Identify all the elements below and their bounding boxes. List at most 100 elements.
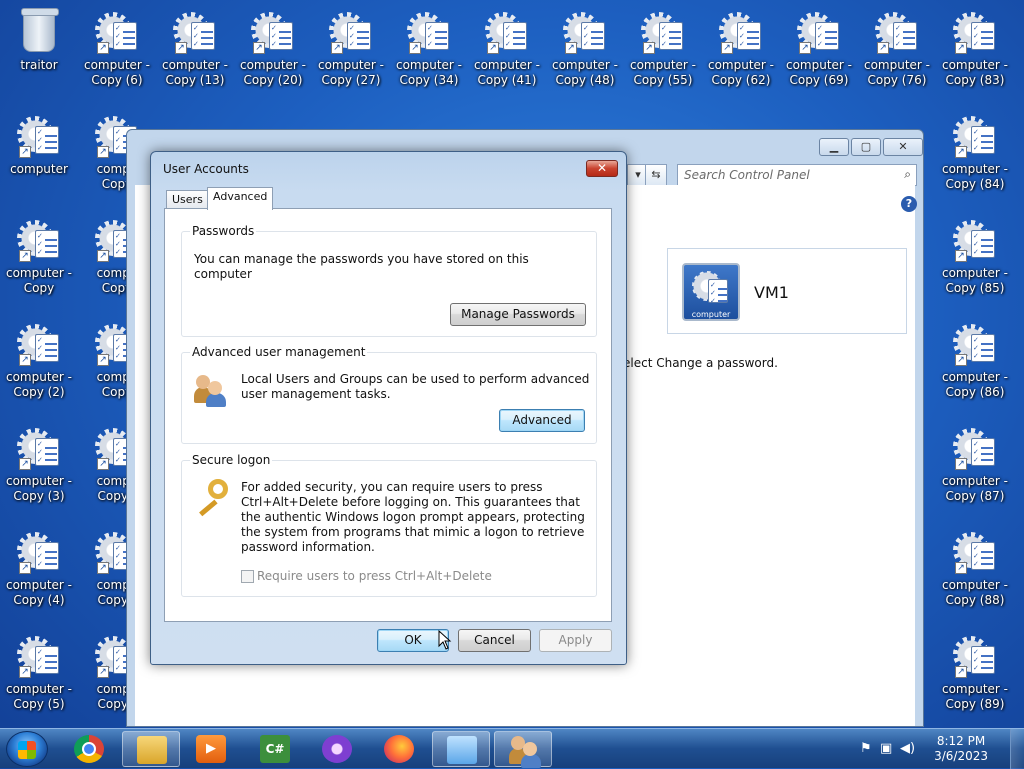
desktop-icon-computer-copy-3[interactable]: ↗ computer - Copy (3) [0, 418, 78, 518]
desktop-icon-computer-copy-5[interactable]: ↗ computer - Copy (5) [0, 626, 78, 726]
taskbar-media-player[interactable]: ▶ [182, 731, 240, 767]
desktop-icon-computer-copy-34[interactable]: ↗ computer - Copy (34) [390, 2, 468, 102]
desktop-icon-computer-copy-87[interactable]: ↗ computer - Copy (87) [936, 418, 1014, 518]
desktop-icon-computer-copy-84[interactable]: ↗ computer - Copy (84) [936, 106, 1014, 206]
advanced-button[interactable]: Advanced [499, 409, 585, 432]
require-ctrl-alt-delete-checkbox[interactable] [241, 570, 254, 583]
desktop-icon-label: computer - Copy (76) [863, 58, 931, 87]
minimize-button[interactable]: ▁ [819, 138, 849, 156]
account-picture-label: computer [691, 310, 731, 319]
desktop-icon-computer-copy-48[interactable]: ↗ computer - Copy (48) [546, 2, 624, 102]
tab-advanced[interactable]: Advanced [207, 187, 274, 210]
key-icon [194, 479, 230, 517]
desktop-icon-computer-copy-27[interactable]: ↗ computer - Copy (27) [312, 2, 390, 102]
desktop-icon-computer-copy-41[interactable]: ↗ computer - Copy (41) [468, 2, 546, 102]
desktop-icon-label: computer - Copy (20) [239, 58, 307, 87]
computer-shortcut-icon: ↗ [951, 216, 999, 264]
clock[interactable]: 8:12 PM 3/6/2023 [934, 734, 988, 764]
desktop-icon-label: traitor [20, 58, 58, 72]
desktop-icon-computer-copy[interactable]: ↗ computer - Copy [0, 210, 78, 310]
desktop-icon-computer-copy-86[interactable]: ↗ computer - Copy (86) [936, 314, 1014, 414]
taskbar-chrome[interactable] [60, 731, 118, 767]
computer-shortcut-icon: ↗ [93, 8, 141, 56]
require-ctrl-alt-delete-label: Require users to press Ctrl+Alt+Delete [257, 569, 492, 583]
passwords-description: You can manage the passwords you have st… [194, 252, 529, 281]
maximize-button[interactable]: ▢ [851, 138, 881, 156]
window-close-button[interactable]: ✕ [883, 138, 923, 156]
cancel-button[interactable]: Cancel [458, 629, 531, 652]
computer-shortcut-icon: ↗ [15, 320, 63, 368]
search-input[interactable]: Search Control Panel ⌕ [677, 164, 917, 186]
desktop-icon-computer-copy-76[interactable]: ↗ computer - Copy (76) [858, 2, 936, 102]
csharp-icon: C# [260, 735, 290, 763]
search-icon[interactable]: ⌕ [904, 167, 911, 182]
desktop-icon-computer-copy-2[interactable]: ↗ computer - Copy (2) [0, 314, 78, 414]
passwords-group: Passwords You can manage the passwords y… [181, 224, 597, 337]
media-player-icon: ▶ [196, 735, 226, 763]
desktop-icon-recycle-bin[interactable]: traitor [0, 2, 78, 102]
folder-icon [137, 736, 167, 764]
desktop-icon-label: computer - Copy (41) [473, 58, 541, 87]
clock-time: 8:12 PM [936, 734, 986, 748]
desktop-icon-computer-copy-55[interactable]: ↗ computer - Copy (55) [624, 2, 702, 102]
computer-shortcut-icon: ↗ [249, 8, 297, 56]
desktop-icon-label: computer - Copy (2) [5, 370, 73, 399]
refresh-button[interactable]: ⇆ [645, 164, 667, 186]
computer-shortcut-icon: ↗ [483, 8, 531, 56]
computer-shortcut-icon: ↗ [15, 112, 63, 160]
taskbar-control-panel[interactable] [432, 731, 490, 767]
computer-shortcut-icon: ↗ [951, 632, 999, 680]
desktop-icon-label: computer [10, 162, 68, 176]
tab-users[interactable]: Users [166, 190, 209, 209]
computer-shortcut-icon: ↗ [951, 528, 999, 576]
desktop-icon-computer-copy-62[interactable]: ↗ computer - Copy (62) [702, 2, 780, 102]
desktop-icon-label: computer - Copy (6) [83, 58, 151, 87]
show-desktop-button[interactable] [1010, 729, 1024, 769]
taskbar-firefox[interactable] [370, 731, 428, 767]
manage-passwords-button[interactable]: Manage Passwords [450, 303, 586, 326]
action-center-flag-icon[interactable]: ⚑ [860, 741, 872, 756]
advanced-management-group-title: Advanced user management [190, 345, 368, 359]
taskbar-csharp-editor[interactable]: C# [246, 731, 304, 767]
users-icon [194, 373, 228, 407]
network-icon[interactable]: ▣ [880, 741, 892, 756]
computer-shortcut-icon: ↗ [795, 8, 843, 56]
system-tray: ⚑ ▣ ◀) 8:12 PM 3/6/2023 [834, 729, 1024, 769]
desktop-icon-computer-copy-83[interactable]: ↗ computer - Copy (83) [936, 2, 1014, 102]
computer-shortcut-icon: ↗ [951, 424, 999, 472]
help-icon[interactable]: ? [901, 196, 917, 212]
control-panel-icon [447, 736, 477, 764]
computer-shortcut-icon: ↗ [717, 8, 765, 56]
desktop-icon-computer-copy-69[interactable]: ↗ computer - Copy (69) [780, 2, 858, 102]
desktop-icon-label: computer - Copy (4) [5, 578, 73, 607]
desktop-icon-computer-copy-88[interactable]: ↗ computer - Copy (88) [936, 522, 1014, 622]
desktop-icon-computer-copy-85[interactable]: ↗ computer - Copy (85) [936, 210, 1014, 310]
advanced-tab-panel: Passwords You can manage the passwords y… [164, 208, 612, 622]
desktop-icon-label: computer - Copy (89) [941, 682, 1009, 711]
account-picture[interactable]: computer [682, 263, 740, 321]
desktop-icon-label: computer - Copy (13) [161, 58, 229, 87]
taskbar-windows-explorer[interactable] [122, 731, 180, 767]
desktop-icon-label: computer - Copy (34) [395, 58, 463, 87]
desktop-icon-computer-copy-13[interactable]: ↗ computer - Copy (13) [156, 2, 234, 102]
apply-button[interactable]: Apply [539, 629, 612, 652]
desktop-icon-computer[interactable]: ↗ computer [0, 106, 78, 206]
desktop-icon-computer-copy-89[interactable]: ↗ computer - Copy (89) [936, 626, 1014, 726]
desktop-icon-computer-copy-6[interactable]: ↗ computer - Copy (6) [78, 2, 156, 102]
dialog-title: User Accounts [163, 162, 249, 176]
user-accounts-dialog[interactable]: User Accounts ✕ Users Advanced Passwords… [150, 151, 627, 665]
computer-shortcut-icon: ↗ [15, 424, 63, 472]
computer-shortcut-icon: ↗ [951, 8, 999, 56]
recycle-bin-icon [15, 8, 63, 56]
volume-icon[interactable]: ◀) [900, 741, 915, 756]
secure-logon-description: For added security, you can require user… [241, 480, 585, 554]
desktop-icon-computer-copy-20[interactable]: ↗ computer - Copy (20) [234, 2, 312, 102]
dialog-close-button[interactable]: ✕ [586, 160, 618, 177]
desktop-icon-label: computer - Copy (86) [941, 370, 1009, 399]
desktop-icon-computer-copy-4[interactable]: ↗ computer - Copy (4) [0, 522, 78, 622]
start-button[interactable] [6, 731, 48, 767]
desktop-icon-label: computer - Copy (83) [941, 58, 1009, 87]
taskbar-tor-browser[interactable] [308, 731, 366, 767]
taskbar-user-accounts[interactable] [494, 731, 552, 768]
desktop-icon-label: computer - Copy (87) [941, 474, 1009, 503]
